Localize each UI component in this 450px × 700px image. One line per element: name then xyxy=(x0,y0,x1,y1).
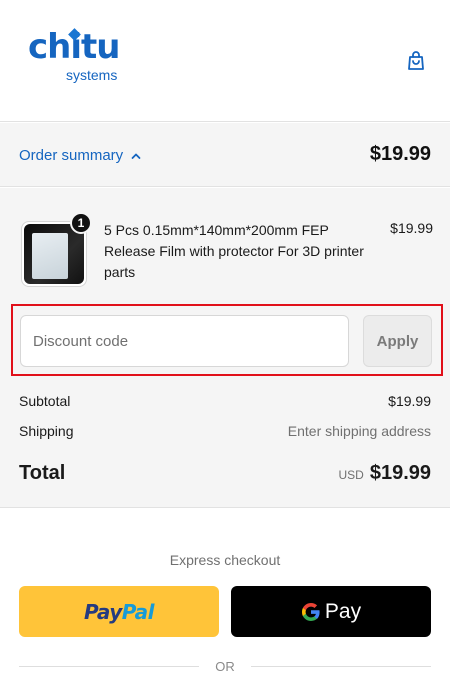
express-checkout-label: Express checkout xyxy=(169,552,281,568)
google-pay-label: Pay xyxy=(324,599,362,623)
or-divider: OR xyxy=(19,656,431,676)
subtotal-row: Subtotal $19.99 xyxy=(19,393,431,409)
product-title: 5 Pcs 0.15mm*140mm*200mm FEP Release Fil… xyxy=(104,222,364,280)
shipping-label: Shipping xyxy=(19,423,74,439)
discount-code-input[interactable] xyxy=(20,315,349,367)
currency-code: USD xyxy=(338,468,364,482)
total-row: Total USD $19.99 xyxy=(19,462,431,485)
total-label: Total xyxy=(19,462,66,484)
or-label: OR xyxy=(215,658,235,674)
subtotal-value: $19.99 xyxy=(388,393,431,409)
order-summary-label: Order summary xyxy=(19,147,124,164)
brand-logo[interactable]: chitu systems xyxy=(22,28,132,90)
apply-discount-button[interactable]: Apply xyxy=(363,315,432,367)
order-summary-toggle[interactable]: Order summary xyxy=(19,147,141,164)
shipping-value: Enter shipping address xyxy=(287,423,431,439)
discount-code-section: Apply xyxy=(11,304,443,376)
paypal-button[interactable]: PayPal xyxy=(19,586,219,637)
divider-line-left xyxy=(19,665,200,667)
brand-tagline: systems xyxy=(66,67,118,83)
chevron-up-icon xyxy=(131,147,141,164)
google-g-icon xyxy=(301,602,320,621)
shopping-bag-icon[interactable] xyxy=(405,49,427,71)
paypal-logo: PayPal xyxy=(83,599,155,624)
shipping-row: Shipping Enter shipping address xyxy=(19,423,431,439)
subtotal-label: Subtotal xyxy=(19,393,71,409)
order-summary-total: $19.99 xyxy=(369,143,431,165)
order-summary-panel: 1 5 Pcs 0.15mm*140mm*200mm FEP Release F… xyxy=(0,188,450,508)
header: chitu systems xyxy=(0,0,450,122)
quantity-badge: 1 xyxy=(70,212,92,234)
total-value: $19.99 xyxy=(369,462,431,484)
line-item: 1 5 Pcs 0.15mm*140mm*200mm FEP Release F… xyxy=(19,212,433,288)
divider-line-right xyxy=(250,665,431,667)
order-summary-bar: Order summary $19.99 xyxy=(0,123,450,187)
product-price: $19.99 xyxy=(390,220,433,236)
google-pay-button[interactable]: Pay xyxy=(231,586,431,637)
